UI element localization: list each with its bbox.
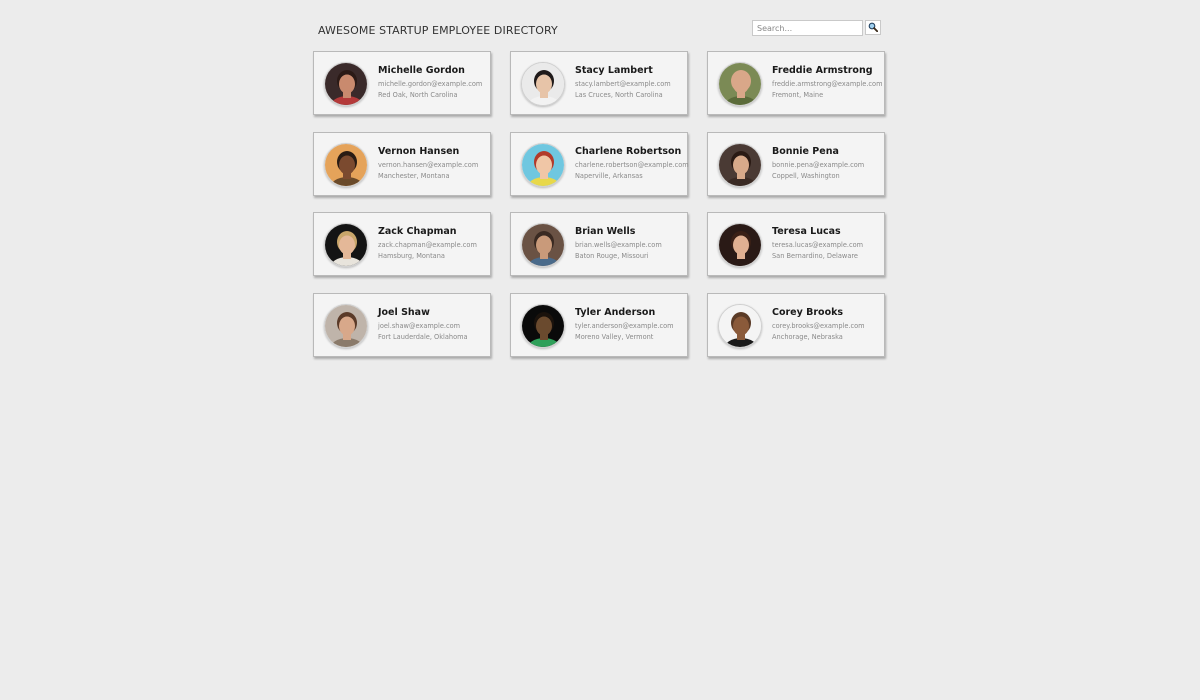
- avatar: [324, 304, 368, 348]
- avatar: [521, 304, 565, 348]
- employee-info: Corey Brooks corey.brooks@example.com Anch…: [772, 307, 884, 343]
- avatar: [718, 62, 762, 106]
- employee-card[interactable]: Tyler Anderson tyler.anderson@example.com…: [510, 293, 688, 357]
- avatar: [718, 304, 762, 348]
- employee-name: Corey Brooks: [772, 307, 844, 318]
- magnifier-icon: [868, 20, 879, 35]
- employee-location: Anchorage, Nebraska: [772, 333, 843, 341]
- employee-name: Teresa Lucas: [772, 226, 841, 237]
- page-header: AWESOME STARTUP EMPLOYEE DIRECTORY: [313, 18, 883, 40]
- employee-email: brian.wells@example.com: [575, 241, 662, 249]
- employee-location: Manchester, Montana: [378, 172, 450, 180]
- employee-name: Tyler Anderson: [575, 307, 656, 318]
- employee-email: stacy.lambert@example.com: [575, 80, 671, 88]
- employee-name: Brian Wells: [575, 226, 636, 237]
- employee-info: Charlene Robertson charlene.robertson@exa…: [575, 146, 689, 182]
- employee-email: corey.brooks@example.com: [772, 322, 865, 330]
- employee-card[interactable]: Freddie Armstrong freddie.armstrong@examp…: [707, 51, 885, 115]
- search-button[interactable]: [865, 20, 881, 35]
- employee-info: Freddie Armstrong freddie.armstrong@examp…: [772, 65, 884, 101]
- employee-info: Stacy Lambert stacy.lambert@example.com La…: [575, 65, 687, 101]
- employee-location: Las Cruces, North Carolina: [575, 91, 663, 99]
- avatar: [521, 223, 565, 267]
- avatar: [521, 62, 565, 106]
- employee-name: Freddie Armstrong: [772, 65, 873, 76]
- avatar: [324, 143, 368, 187]
- employee-location: Coppell, Washington: [772, 172, 840, 180]
- employee-location: Red Oak, North Carolina: [378, 91, 458, 99]
- employee-name: Joel Shaw: [378, 307, 430, 318]
- employee-location: Hamsburg, Montana: [378, 252, 445, 260]
- employee-info: Tyler Anderson tyler.anderson@example.com…: [575, 307, 687, 343]
- employee-info: Michelle Gordon michelle.gordon@example.c…: [378, 65, 490, 101]
- employee-directory-page: AWESOME STARTUP EMPLOYEE DIRECTORY Miche…: [0, 0, 1200, 700]
- employee-card[interactable]: Charlene Robertson charlene.robertson@exa…: [510, 132, 689, 196]
- employee-info: Joel Shaw joel.shaw@example.com Fort Laude…: [378, 307, 490, 343]
- employee-name: Charlene Robertson: [575, 146, 682, 157]
- employee-info: Teresa Lucas teresa.lucas@example.com San …: [772, 226, 884, 262]
- employee-card[interactable]: Brian Wells brian.wells@example.com Baton …: [510, 212, 688, 276]
- employee-email: joel.shaw@example.com: [378, 322, 461, 330]
- employee-name: Zack Chapman: [378, 226, 457, 237]
- employee-card[interactable]: Bonnie Pena bonnie.pena@example.com Coppel…: [707, 132, 885, 196]
- employee-email: freddie.armstrong@example.com: [772, 80, 883, 88]
- employee-email: bonnie.pena@example.com: [772, 161, 865, 169]
- employee-info: Zack Chapman zack.chapman@example.com Hams…: [378, 226, 490, 262]
- employee-name: Michelle Gordon: [378, 65, 465, 76]
- employee-card[interactable]: Zack Chapman zack.chapman@example.com Hams…: [313, 212, 491, 276]
- page-title: AWESOME STARTUP EMPLOYEE DIRECTORY: [318, 24, 558, 37]
- employee-email: vernon.hansen@example.com: [378, 161, 479, 169]
- employee-card[interactable]: Corey Brooks corey.brooks@example.com Anch…: [707, 293, 885, 357]
- employee-email: zack.chapman@example.com: [378, 241, 477, 249]
- employee-location: Moreno Valley, Vermont: [575, 333, 654, 341]
- search-input[interactable]: [752, 20, 863, 36]
- employee-card[interactable]: Teresa Lucas teresa.lucas@example.com San …: [707, 212, 885, 276]
- employee-card[interactable]: Michelle Gordon michelle.gordon@example.c…: [313, 51, 491, 115]
- employee-name: Bonnie Pena: [772, 146, 839, 157]
- employee-email: michelle.gordon@example.com: [378, 80, 483, 88]
- employee-location: Baton Rouge, Missouri: [575, 252, 649, 260]
- employee-name: Vernon Hansen: [378, 146, 460, 157]
- employee-location: Fort Lauderdale, Oklahoma: [378, 333, 468, 341]
- employee-card[interactable]: Vernon Hansen vernon.hansen@example.com Ma…: [313, 132, 491, 196]
- employee-email: teresa.lucas@example.com: [772, 241, 864, 249]
- avatar: [718, 143, 762, 187]
- avatar: [324, 62, 368, 106]
- employee-email: charlene.robertson@example.com: [575, 161, 689, 169]
- employee-info: Vernon Hansen vernon.hansen@example.com Ma…: [378, 146, 490, 182]
- employee-location: Fremont, Maine: [772, 91, 824, 99]
- employee-email: tyler.anderson@example.com: [575, 322, 674, 330]
- employee-location: San Bernardino, Delaware: [772, 252, 858, 260]
- employee-location: Naperville, Arkansas: [575, 172, 643, 180]
- avatar: [324, 223, 368, 267]
- employee-name: Stacy Lambert: [575, 65, 653, 76]
- employee-card[interactable]: Joel Shaw joel.shaw@example.com Fort Laude…: [313, 293, 491, 357]
- avatar: [521, 143, 565, 187]
- employee-card[interactable]: Stacy Lambert stacy.lambert@example.com La…: [510, 51, 688, 115]
- avatar: [718, 223, 762, 267]
- employee-info: Brian Wells brian.wells@example.com Baton …: [575, 226, 687, 262]
- employee-info: Bonnie Pena bonnie.pena@example.com Coppel…: [772, 146, 884, 182]
